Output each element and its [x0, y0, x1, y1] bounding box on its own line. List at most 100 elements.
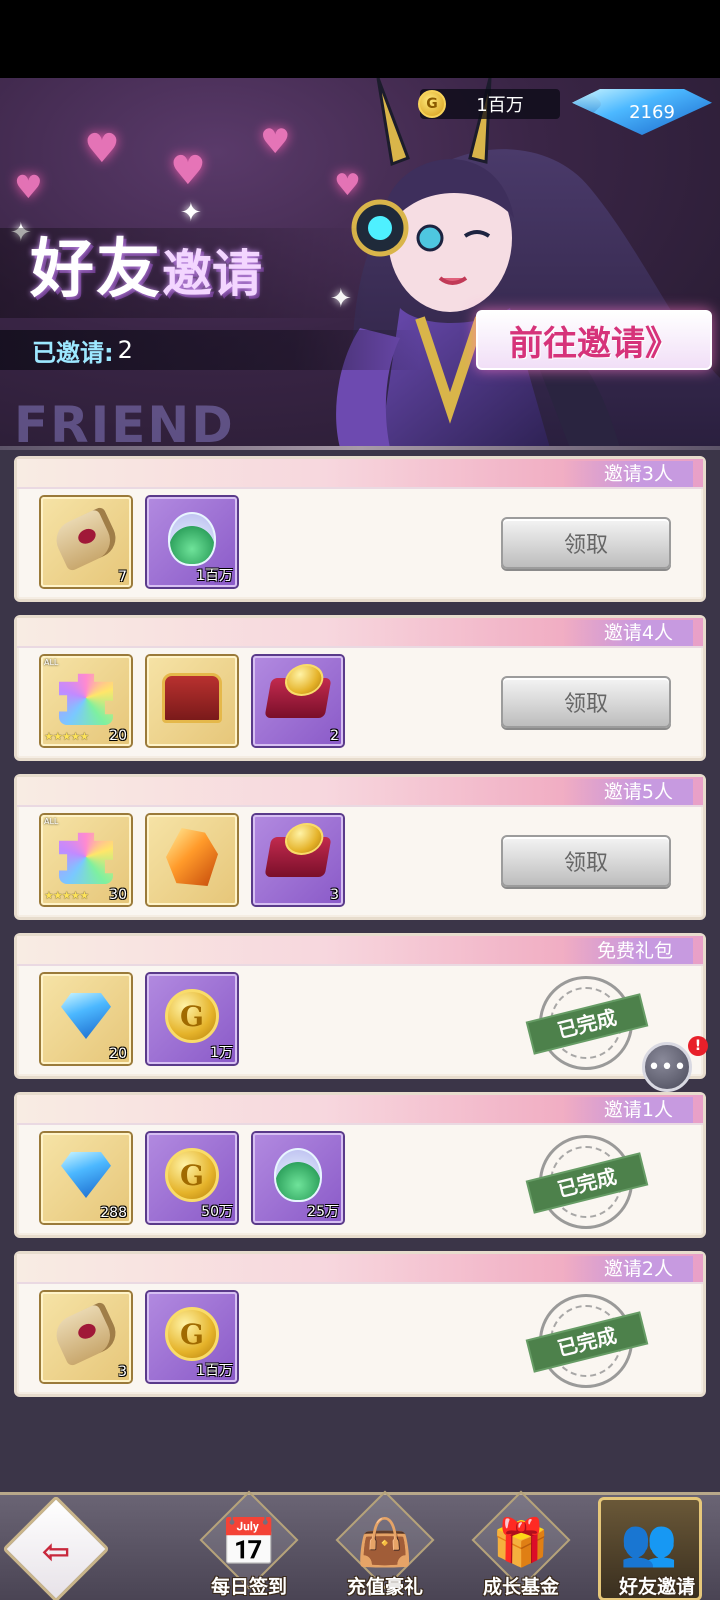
card-title: 邀请2人 — [563, 1256, 693, 1282]
card-header: 邀请2人 — [17, 1254, 703, 1284]
reward-item[interactable]: G 1百万 — [147, 1292, 237, 1382]
heart-icon: ♥ — [170, 148, 206, 194]
gift-bag-icon: 👜 — [356, 1514, 414, 1569]
reward-item[interactable]: 1百万 — [147, 497, 237, 587]
card-header: 免费礼包 — [17, 936, 703, 966]
nav-label: 好友邀请 — [618, 1576, 695, 1598]
item-count: 7 — [118, 569, 127, 585]
potion-icon — [274, 1148, 322, 1202]
item-count: 1百万 — [196, 568, 233, 584]
reward-item[interactable]: ALL ★★★★★ 30 — [41, 815, 131, 905]
nav-daily-checkin[interactable]: 📅 每日签到 — [184, 1490, 314, 1600]
claim-button[interactable]: 领取 — [501, 835, 671, 887]
item-tag: ALL — [44, 658, 59, 667]
gold-coin-icon: G — [418, 90, 446, 118]
nav-label: 充值豪礼 — [346, 1576, 423, 1598]
item-count: 288 — [100, 1205, 127, 1221]
completed-stamp: 已完成 — [528, 976, 646, 1070]
friend-bg-text: FRIEND — [14, 396, 235, 448]
invited-count: 2 — [117, 336, 133, 364]
item-count: 50万 — [201, 1204, 233, 1220]
gem-icon — [61, 993, 111, 1039]
nav-friend-invite[interactable]: 👥 好友邀请 — [592, 1495, 720, 1600]
puzzle-piece-icon — [59, 832, 113, 884]
nav-label: 每日签到 — [210, 1576, 287, 1598]
bottom-nav: ⇦ 📅 每日签到 👜 充值豪礼 🎁 成长基金 👥 好友邀请 — [0, 1490, 720, 1600]
scroll-icon — [49, 505, 123, 573]
card-header: 邀请3人 — [17, 459, 703, 489]
item-count: 20 — [109, 728, 127, 744]
treasure-chest-icon — [162, 673, 222, 723]
crystal-icon — [166, 828, 218, 886]
notification-badge: ! — [688, 1036, 708, 1056]
reward-item[interactable]: 25万 — [253, 1133, 343, 1223]
banner-divider — [0, 446, 720, 450]
claim-button[interactable]: 领取 — [501, 676, 671, 728]
reward-item[interactable]: 2 — [253, 656, 343, 746]
reward-item[interactable]: 3 — [41, 1292, 131, 1382]
coin-pile-icon — [264, 837, 332, 877]
title-part2: 邀请 — [162, 244, 262, 303]
chat-icon: ••• — [647, 1054, 687, 1080]
calendar-icon: 📅 — [220, 1514, 278, 1569]
reward-card: 免费礼包 20 G 1万 已完成 — [14, 933, 706, 1079]
gold-coin-icon: G — [165, 989, 219, 1043]
coin-pile-icon — [264, 678, 332, 718]
reward-item[interactable]: G 1万 — [147, 974, 237, 1064]
item-count: 3 — [118, 1364, 127, 1380]
gold-coin-icon: G — [165, 1148, 219, 1202]
card-title: 邀请3人 — [563, 461, 693, 487]
reward-item[interactable] — [147, 656, 237, 746]
star-rating: ★★★★★ — [44, 730, 89, 743]
reward-item[interactable]: G 50万 — [147, 1133, 237, 1223]
card-title: 邀请5人 — [563, 779, 693, 805]
gold-counter[interactable]: G 1百万 — [418, 89, 560, 119]
card-title: 免费礼包 — [563, 938, 693, 964]
reward-item[interactable]: 7 — [41, 497, 131, 587]
reward-item[interactable]: ALL ★★★★★ 20 — [41, 656, 131, 746]
nav-growth-fund[interactable]: 🎁 成长基金 — [456, 1490, 586, 1600]
card-header: 邀请4人 — [17, 618, 703, 648]
card-title: 邀请4人 — [563, 620, 693, 646]
gold-coin-icon: G — [165, 1307, 219, 1361]
claim-button[interactable]: 领取 — [501, 517, 671, 569]
goto-invite-button[interactable]: 前往邀请》 — [476, 310, 712, 370]
reward-item[interactable] — [147, 815, 237, 905]
gift-box-icon: 🎁 — [492, 1514, 550, 1569]
nav-label: 成长基金 — [482, 1576, 559, 1598]
item-count: 2 — [330, 728, 339, 744]
reward-card: 邀请4人 ALL ★★★★★ 20 2 领取 — [14, 615, 706, 761]
item-count: 30 — [109, 887, 127, 903]
chat-button[interactable]: ••• — [642, 1042, 692, 1092]
reward-card: 邀请1人 288 G 50万 25万 已完成 — [14, 1092, 706, 1238]
reward-card: 邀请2人 3 G 1百万 已完成 — [14, 1251, 706, 1397]
card-title: 邀请1人 — [563, 1097, 693, 1123]
exit-icon: ⇦ — [41, 1531, 71, 1572]
gem-icon — [61, 1152, 111, 1198]
potion-icon — [168, 512, 216, 566]
card-header: 邀请1人 — [17, 1095, 703, 1125]
reward-item[interactable]: 3 — [253, 815, 343, 905]
star-rating: ★★★★★ — [44, 889, 89, 902]
item-tag: ALL — [44, 817, 59, 826]
invited-counter: 已邀请: 2 — [0, 330, 420, 370]
item-count: 1百万 — [196, 1363, 233, 1379]
item-count: 25万 — [307, 1204, 339, 1220]
exit-button[interactable]: ⇦ — [2, 1495, 110, 1600]
item-count: 20 — [109, 1046, 127, 1062]
reward-item[interactable]: 20 — [41, 974, 131, 1064]
item-count: 1万 — [210, 1045, 233, 1061]
page-title: 好友邀请 — [30, 218, 262, 310]
nav-recharge-gift[interactable]: 👜 充值豪礼 — [320, 1490, 450, 1600]
invite-banner: ♥ ♥ ♥ ♥ ♥ ✦ ✦ ✦ 好友邀请 — [0, 78, 720, 448]
item-count: 3 — [330, 887, 339, 903]
friends-icon: 👥 — [620, 1514, 678, 1569]
status-bar — [0, 0, 720, 78]
completed-stamp: 已完成 — [528, 1294, 646, 1388]
heart-icon: ♥ — [260, 122, 291, 162]
card-header: 邀请5人 — [17, 777, 703, 807]
reward-item[interactable]: 288 — [41, 1133, 131, 1223]
reward-card: 邀请5人 ALL ★★★★★ 30 3 领取 — [14, 774, 706, 920]
invited-label: 已邀请: — [32, 338, 114, 367]
title-part1: 好友 — [30, 232, 162, 307]
